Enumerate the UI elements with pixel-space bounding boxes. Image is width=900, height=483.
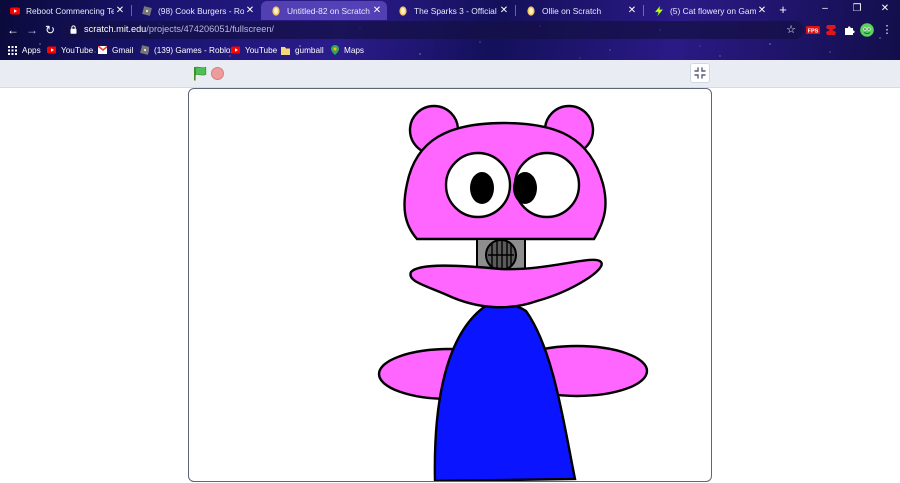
close-tab-icon[interactable]: ✕	[756, 5, 768, 16]
scratch-icon	[526, 5, 536, 16]
back-button[interactable]: ←	[5, 22, 21, 38]
folder-icon	[281, 46, 290, 55]
browser-toolbar: ← → ↻ scratch.mit.edu/projects/474206051…	[0, 20, 900, 40]
tab-cat-flowery[interactable]: (5) Cat flowery on Game Jolt ✕	[644, 1, 772, 20]
scratch-icon	[398, 5, 408, 16]
bookmark-label: Gmail	[112, 45, 134, 55]
maps-icon	[330, 45, 339, 55]
close-tab-icon[interactable]: ✕	[498, 5, 510, 16]
bookmark-gumball[interactable]: gumball	[281, 43, 324, 57]
ext-badge-label: FPS	[808, 28, 819, 34]
puzzle-icon[interactable]	[842, 23, 856, 37]
bookmark-label: gumball	[295, 45, 324, 55]
close-tab-icon[interactable]: ✕	[244, 5, 256, 16]
stage-canvas	[377, 104, 649, 481]
bookmarks-bar: Apps YouTube Gmail (139) Games - Roblox …	[0, 40, 900, 60]
bookmark-label: Apps	[22, 45, 41, 55]
right-pupil	[513, 172, 537, 204]
bookmark-label: Maps	[344, 45, 365, 55]
tab-title: Reboot Commencing Teaser	[26, 5, 114, 16]
bookmark-youtube-2[interactable]: YouTube	[231, 43, 277, 57]
close-tab-icon[interactable]: ✕	[626, 5, 638, 16]
youtube-icon	[10, 6, 20, 16]
tab-reboot-teaser[interactable]: Reboot Commencing Teaser ✕	[0, 1, 130, 20]
profile-avatar-icon[interactable]	[860, 23, 874, 37]
left-pupil	[470, 172, 494, 204]
roblox-icon	[142, 5, 152, 16]
close-tab-icon[interactable]: ✕	[114, 5, 126, 16]
roblox-icon	[140, 45, 149, 55]
tab-sparks-3[interactable]: The Sparks 3 - Official remix ✕	[388, 1, 514, 20]
green-flag-icon[interactable]	[193, 66, 207, 81]
restore-button[interactable]: ❐	[842, 2, 872, 16]
bookmark-label: YouTube	[61, 45, 94, 55]
forward-button[interactable]: →	[24, 22, 40, 38]
tab-untitled-82-scratch[interactable]: Untitled-82 on Scratch ✕	[261, 1, 387, 20]
close-window-button[interactable]: ✕	[870, 2, 900, 16]
scratch-icon	[271, 5, 281, 16]
youtube-icon	[47, 46, 56, 55]
body	[433, 302, 577, 481]
bookmark-label: YouTube	[245, 45, 278, 55]
reload-button[interactable]: ↻	[42, 22, 58, 38]
bookmark-gmail[interactable]: Gmail	[98, 43, 133, 57]
ext-red-badge-icon[interactable]: FPS	[806, 23, 820, 37]
tab-title: Untitled-82 on Scratch	[287, 5, 370, 16]
ext-red-s-icon[interactable]	[824, 23, 838, 37]
gamejolt-icon	[654, 5, 664, 16]
lock-icon	[70, 25, 77, 34]
tab-title: Ollie on Scratch	[542, 5, 602, 16]
tab-strip: Reboot Commencing Teaser ✕ (98) Cook Bur…	[0, 0, 900, 20]
tab-cook-burgers[interactable]: (98) Cook Burgers - Roblox ✕	[132, 1, 260, 20]
url-path: /projects/474206051/fullscreen/	[146, 24, 274, 34]
bookmark-maps[interactable]: Maps	[330, 43, 364, 57]
minimize-button[interactable]: –	[810, 2, 840, 16]
bookmark-roblox-games[interactable]: (139) Games - Roblox	[140, 43, 235, 57]
scratch-stage[interactable]	[188, 88, 712, 482]
bookmark-apps[interactable]: Apps	[8, 43, 41, 57]
bear-character-sprite	[377, 104, 649, 481]
bookmark-youtube[interactable]: YouTube	[47, 43, 93, 57]
close-tab-icon[interactable]: ✕	[371, 5, 383, 16]
exit-fullscreen-button[interactable]	[690, 63, 710, 83]
address-bar[interactable]: scratch.mit.edu/projects/474206051/fulls…	[60, 21, 804, 39]
tab-title: The Sparks 3 - Official remix	[414, 5, 498, 16]
tab-ollie-scratch[interactable]: Ollie on Scratch ✕	[516, 1, 642, 20]
apps-grid-icon	[8, 45, 17, 55]
tab-title: (98) Cook Burgers - Roblox	[158, 5, 244, 16]
youtube-icon	[231, 46, 240, 55]
bookmark-star-icon[interactable]: ☆	[786, 23, 796, 36]
url-domain: scratch.mit.edu	[84, 24, 147, 34]
browser-menu-icon[interactable]: ⋮	[879, 22, 895, 38]
browser-chrome: Reboot Commencing Teaser ✕ (98) Cook Bur…	[0, 0, 900, 60]
bookmark-label: (139) Games - Roblox	[154, 45, 235, 55]
stop-icon[interactable]	[211, 67, 224, 80]
exit-fullscreen-icon	[694, 67, 706, 79]
tab-title: (5) Cat flowery on Game Jolt	[670, 5, 756, 16]
scratch-player-controls	[0, 60, 900, 88]
gmail-icon	[98, 46, 107, 55]
new-tab-button[interactable]: +	[776, 2, 790, 18]
url-text: scratch.mit.edu/projects/474206051/fulls…	[84, 24, 274, 34]
